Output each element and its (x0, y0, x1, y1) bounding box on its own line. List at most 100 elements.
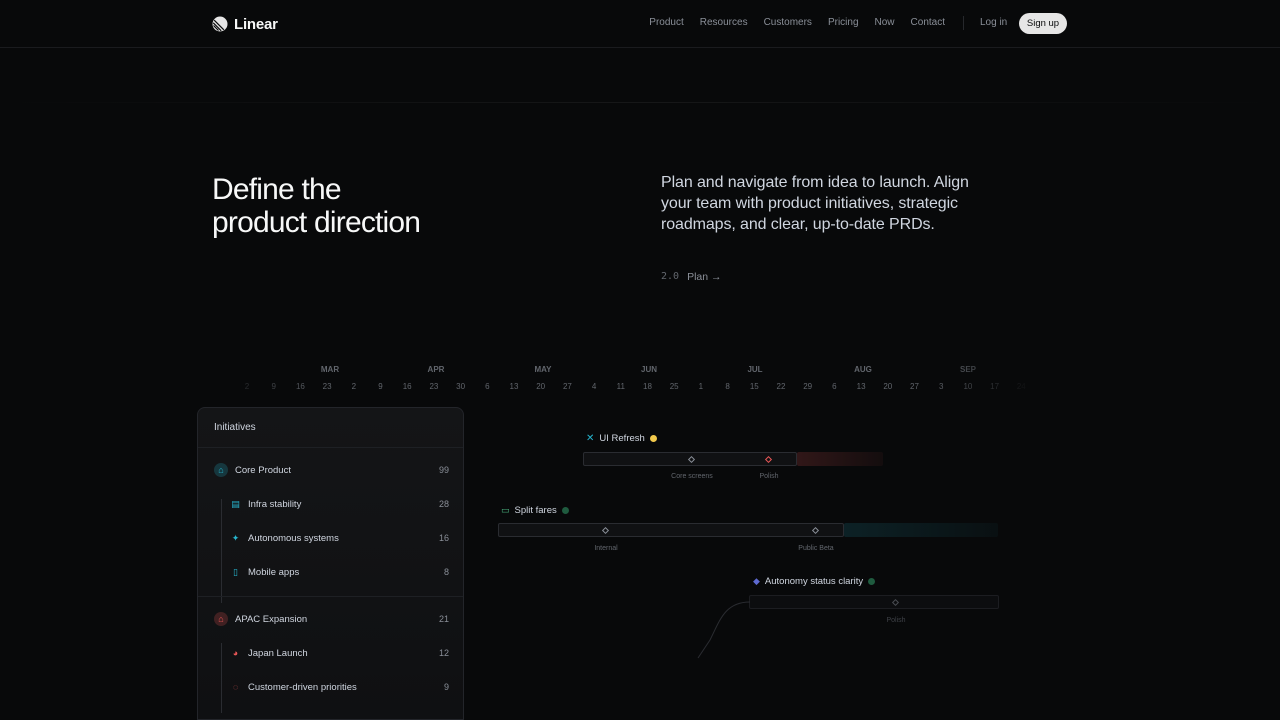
timeline-day: 4 (591, 382, 597, 391)
milestone-polish: Polish (886, 617, 906, 624)
milestone-internal: Internal (594, 545, 618, 552)
timeline-month-jun: JUN (640, 365, 658, 374)
hero-title: Define the product direction (212, 173, 572, 239)
timeline-day: 27 (910, 382, 919, 391)
infra-icon: ▤ (231, 498, 240, 509)
timeline-day: 22 (776, 382, 786, 391)
initiative-group-apac: ⌂ APAC Expansion 21 ◕ Japan Launch 12 ◌ … (198, 596, 463, 713)
status-on-track-icon (868, 578, 876, 585)
nav-pricing[interactable]: Pricing (828, 16, 859, 30)
initiative-core-product[interactable]: ⌂ Core Product 99 (198, 453, 463, 487)
timeline-day: 16 (402, 382, 412, 391)
tree-guide-line (221, 499, 222, 603)
project-ui-refresh-name: UI Refresh (599, 433, 645, 444)
timeline-month-jul: JUL (747, 365, 763, 374)
nav-contact[interactable]: Contact (911, 16, 945, 30)
timeline-day: 11 (616, 382, 625, 391)
nav-resources[interactable]: Resources (700, 16, 748, 30)
hero-title-line-1: Define the (212, 173, 342, 206)
initiative-customer-driven[interactable]: ◌ Customer-driven priorities 9 (198, 670, 463, 704)
timeline-day: 25 (669, 382, 679, 391)
initiative-japan-launch[interactable]: ◕ Japan Launch 12 (198, 636, 463, 670)
hero-title-line-2: product direction (212, 206, 421, 239)
initiative-name: Mobile apps (248, 566, 300, 578)
project-split-fares-bar[interactable] (498, 523, 844, 537)
initiative-name: Japan Launch (248, 647, 308, 659)
section-divider (0, 102, 1280, 103)
initiatives-header: Initiatives (198, 408, 463, 448)
project-autonomy-status[interactable]: ◆ Autonomy status clarity (753, 576, 876, 587)
login-link[interactable]: Log in (980, 16, 1007, 30)
project-autonomy-name: Autonomy status clarity (764, 576, 864, 587)
milestone-core-screens: Core screens (671, 473, 713, 480)
initiative-count: 8 (443, 567, 449, 577)
timeline-day: 9 (378, 382, 383, 391)
timeline-day: 15 (749, 382, 759, 391)
status-in-progress-icon (649, 435, 657, 442)
timeline-day: 6 (832, 382, 837, 391)
timeline-fade-right (930, 355, 1060, 405)
initiative-autonomous-systems[interactable]: ✦ Autonomous systems 16 (198, 521, 463, 555)
plan-link-text: Plan (687, 271, 709, 283)
initiative-name: APAC Expansion (235, 613, 308, 625)
tree-guide-line (221, 643, 222, 713)
main-nav: Product Resources Customers Pricing Now … (633, 16, 945, 30)
initiative-mobile-apps[interactable]: ▯ Mobile apps 8 (198, 555, 463, 589)
mobile-icon: ▯ (233, 566, 238, 577)
timeline-day: 20 (536, 382, 546, 391)
timeline-day: 6 (485, 382, 490, 391)
tools-icon: ✕ (586, 433, 595, 444)
dependency-connector (697, 601, 751, 659)
nav-now[interactable]: Now (875, 16, 895, 30)
linear-logo-icon (212, 16, 228, 32)
timeline-day: 27 (562, 382, 572, 391)
timeline-day: 30 (456, 382, 466, 391)
milestone-public-beta: Public Beta (798, 545, 834, 552)
project-autonomy-bar[interactable] (749, 595, 999, 609)
brand-name: Linear (234, 15, 278, 33)
initiative-name: Infra stability (248, 498, 302, 510)
hero-description: Plan and navigate from idea to launch. A… (661, 174, 969, 233)
project-ui-refresh[interactable]: ✕ UI Refresh (586, 433, 657, 444)
timeline-day: 23 (429, 382, 439, 391)
initiative-infra-stability[interactable]: ▤ Infra stability 28 (198, 487, 463, 521)
initiatives-panel: Initiatives ⌂ Core Product 99 ▤ Infra st… (197, 407, 464, 720)
version-tag: 2.0 (661, 271, 680, 282)
plan-link-label[interactable]: Plan → (687, 270, 721, 284)
initiative-count: 16 (438, 533, 449, 543)
milestone-polish: Polish (759, 473, 779, 480)
initiative-name: Autonomous systems (248, 532, 339, 544)
brand-logo[interactable]: Linear (212, 14, 278, 34)
initiative-group-core-product: ⌂ Core Product 99 ▤ Infra stability 28 ✦… (198, 453, 463, 603)
timeline-month-may: MAY (534, 365, 552, 374)
timeline-month-aug: AUG (854, 365, 872, 374)
project-ui-refresh-extension (797, 452, 883, 466)
ticket-icon: ▭ (501, 505, 510, 515)
initiative-name: Customer-driven priorities (248, 681, 357, 693)
nav-product[interactable]: Product (649, 16, 683, 30)
timeline-day: 13 (509, 382, 519, 391)
plan-link[interactable]: 2.0 Plan → (661, 270, 722, 284)
timeline-day: 2 (351, 382, 357, 391)
initiative-name: Core Product (235, 464, 291, 476)
top-nav-bar: Linear Product Resources Customers Prici… (0, 0, 1280, 48)
initiative-count: 12 (438, 648, 449, 658)
timeline-day: 13 (856, 382, 866, 391)
project-split-fares[interactable]: ▭ Split fares (501, 505, 569, 516)
timeline-day: 20 (883, 382, 893, 391)
initiative-count: 9 (443, 682, 449, 692)
apac-icon: ⌂ (214, 612, 228, 626)
timeline-fade-left (180, 355, 320, 405)
timeline-month-apr: APR (427, 365, 445, 374)
signup-button[interactable]: Sign up (1019, 13, 1067, 34)
nav-divider (963, 16, 964, 30)
japan-icon: ◕ (232, 647, 239, 658)
timeline-day: 23 (322, 382, 332, 391)
initiative-count: 21 (438, 614, 449, 624)
nav-customers[interactable]: Customers (764, 16, 812, 30)
timeline-day: 8 (725, 382, 730, 391)
initiative-apac-expansion[interactable]: ⌂ APAC Expansion 21 (198, 602, 463, 636)
chat-icon: ◌ (232, 681, 239, 692)
core-product-icon: ⌂ (214, 463, 228, 477)
timeline-day: 1 (698, 382, 704, 391)
